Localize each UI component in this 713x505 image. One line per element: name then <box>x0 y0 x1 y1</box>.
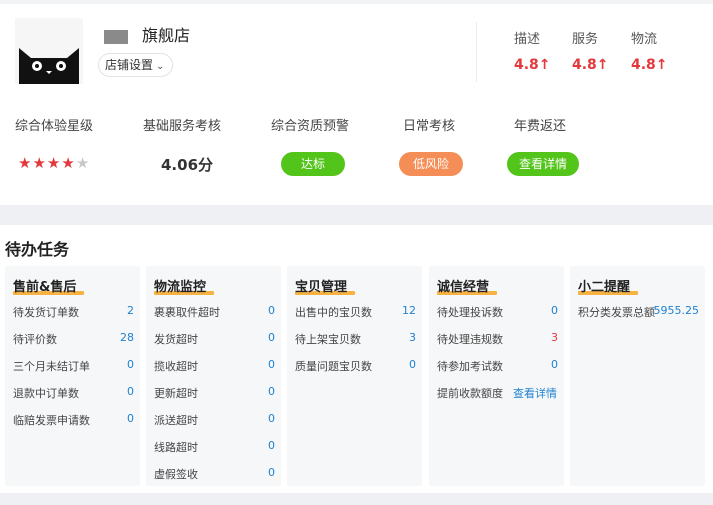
list-item[interactable]: 临赔发票申请数 0 <box>13 412 134 439</box>
star-filled-icon: ★ <box>46 154 62 172</box>
list-item[interactable]: 退款中订单数 0 <box>13 385 134 412</box>
list-item[interactable]: 发货超时 0 <box>154 331 275 358</box>
metric-daily-review-label: 日常考核 <box>403 119 456 134</box>
card-title: 宝贝管理 <box>295 276 356 295</box>
list-item[interactable]: 更新超时 0 <box>154 385 275 412</box>
list-item[interactable]: 裹裹取件超时 0 <box>154 304 275 331</box>
store-name-block: 旗舰店 <box>104 22 190 45</box>
score-value: 4.8↑ <box>631 57 668 73</box>
list-item[interactable]: 派送超时 0 <box>154 412 275 439</box>
list-item[interactable]: 待上架宝贝数 3 <box>295 331 416 358</box>
metric-annual-fee-label: 年费返还 <box>514 119 567 134</box>
card-presale-aftersale: 售前&售后 待发货订单数 2 待评价数 28 三个月未结订单 0 退款中订单数 0 临赔… <box>5 266 140 486</box>
list-item[interactable]: 待参加考试数 0 <box>437 358 558 385</box>
view-details-link[interactable]: 查看详情 <box>513 385 557 401</box>
score-label: 物流 <box>631 32 658 47</box>
list-item[interactable]: 线路超时 0 <box>154 439 275 466</box>
metric-experience-label: 综合体验星级 <box>15 119 94 134</box>
star-empty-icon: ★ <box>75 154 91 172</box>
annual-fee-details-button[interactable]: 查看详情 <box>507 152 579 176</box>
bottom-divider <box>0 493 713 505</box>
card-logistics-monitor: 物流监控 裹裹取件超时 0 发货超时 0 揽收超时 0 更新超时 0 派送超时 0 线路超… <box>146 266 281 486</box>
chevron-down-icon: ⌄ <box>156 61 165 72</box>
top-strip <box>0 0 713 4</box>
divider <box>476 22 477 82</box>
store-name: 旗舰店 <box>142 26 191 45</box>
list-item[interactable]: 虚假签收 0 <box>154 466 275 493</box>
section-divider <box>0 205 713 225</box>
score-value: 4.8↑ <box>572 57 609 73</box>
list-item[interactable]: 揽收超时 0 <box>154 358 275 385</box>
tmall-cat-icon <box>15 18 83 84</box>
list-item[interactable]: 待评价数 28 <box>13 331 134 358</box>
daily-review-badge[interactable]: 低风险 <box>399 152 463 176</box>
experience-star-rating: ★★★★★ <box>18 154 90 172</box>
todo-title: 待办任务 <box>5 240 70 259</box>
list-item[interactable]: 积分类发票总额 5955.25 <box>578 304 699 331</box>
score-description: 描述 4.8↑ <box>514 28 564 73</box>
list-item[interactable]: 质量问题宝贝数 0 <box>295 358 416 385</box>
list-item[interactable]: 三个月未结订单 0 <box>13 358 134 385</box>
basic-service-score: 4.06分 <box>161 156 214 174</box>
list-item[interactable]: 待处理违规数 3 <box>437 331 558 358</box>
store-logo[interactable] <box>15 18 83 84</box>
store-settings-label: 店铺设置 <box>105 58 154 72</box>
list-item[interactable]: 待发货订单数 2 <box>13 304 134 331</box>
card-item-management: 宝贝管理 出售中的宝贝数 12 待上架宝贝数 3 质量问题宝贝数 0 <box>287 266 422 486</box>
star-filled-icon: ★ <box>61 154 76 172</box>
metric-basic-service-label: 基础服务考核 <box>143 119 222 134</box>
card-title: 诚信经营 <box>437 276 498 295</box>
store-settings-dropdown[interactable]: 店铺设置 ⌄ <box>98 53 174 77</box>
qualification-badge[interactable]: 达标 <box>281 152 345 176</box>
card-title: 售前&售后 <box>13 276 85 295</box>
list-item: 提前收款额度 查看详情 <box>437 385 557 401</box>
score-service: 服务 4.8↑ <box>572 28 622 73</box>
score-value: 4.8↑ <box>514 57 551 73</box>
score-label: 描述 <box>514 32 541 47</box>
card-title: 物流监控 <box>154 276 215 295</box>
star-filled-icon: ★ <box>18 154 33 172</box>
card-integrity: 诚信经营 待处理投诉数 0 待处理违规数 3 待参加考试数 0 提前收款额度 查看详情 <box>429 266 564 486</box>
star-filled-icon: ★ <box>32 154 47 172</box>
list-item[interactable]: 待处理投诉数 0 <box>437 304 558 331</box>
page: 旗舰店 店铺设置 ⌄ 描述 4.8↑ 服务 4.8↑ 物流 4.8↑ 综合体验星级… <box>0 0 713 505</box>
score-logistics: 物流 4.8↑ <box>631 28 681 73</box>
redacted-store-prefix <box>104 30 128 44</box>
metric-qualification-label: 综合资质预警 <box>271 119 350 134</box>
card-staff-reminder: 小二提醒 积分类发票总额 5955.25 <box>570 266 705 486</box>
score-label: 服务 <box>572 32 599 47</box>
card-title: 小二提醒 <box>578 276 639 295</box>
list-item[interactable]: 出售中的宝贝数 12 <box>295 304 416 331</box>
